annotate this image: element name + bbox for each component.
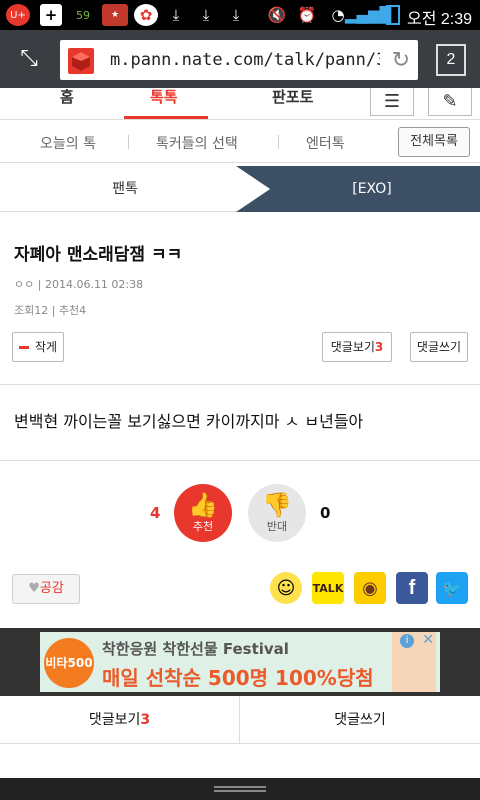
url-text[interactable]: m.pann.nate.com/talk/pann/322: [110, 50, 380, 70]
post-date: 2014.06.11 02:38: [44, 278, 144, 291]
bottom-comment-count: 3: [140, 712, 151, 728]
download-icon: ⤓: [232, 6, 240, 24]
post-body: 변백현 까이는꼴 보기싫으면 카이까지마 ㅅ ㅂ년들아: [14, 412, 364, 431]
write-button[interactable]: ✎: [428, 88, 472, 116]
tabs-button[interactable]: 2: [436, 44, 466, 76]
subnav-enter-talk[interactable]: 엔터톡: [306, 133, 345, 153]
ad-banner-area: 비타500 착한응원 착한선물 Festival 매일 선착순 500명 100…: [0, 628, 480, 696]
thumbs-down-icon: 👎: [262, 491, 292, 519]
signal-icon: ▂▄▆█: [344, 6, 392, 24]
post-title: 자폐아 맨소래담잼 ㅋㅋ: [14, 245, 183, 265]
download-icon: ⤓: [202, 6, 210, 24]
sub-nav: 오늘의 톡 톡커들의 선택 엔터톡 전체목록: [0, 121, 480, 163]
ad-line1: 착한응원 착한선물 Festival: [102, 640, 289, 658]
profile-icon: ☰: [383, 91, 401, 112]
pencil-icon: ✎: [442, 91, 458, 112]
exit-fullscreen-icon[interactable]: ⤡: [12, 42, 46, 76]
kakaotalk-icon[interactable]: TALK: [312, 572, 344, 604]
breadcrumb-fantalk[interactable]: 팬톡: [0, 166, 250, 212]
divider: [0, 460, 480, 461]
breadcrumb: 팬톡 [EXO]: [0, 166, 480, 212]
mute-icon: 🔇: [267, 6, 287, 24]
like-label: 공감: [39, 581, 64, 596]
divider: [278, 135, 279, 149]
bottom-view-comments-label: 댓글보기: [88, 712, 141, 728]
breadcrumb-exo[interactable]: [EXO]: [236, 166, 480, 212]
bottom-actions: 댓글보기3 댓글쓰기: [0, 696, 480, 744]
divider: [128, 135, 129, 149]
bottom-view-comments-button[interactable]: 댓글보기3: [0, 696, 239, 744]
game-icon: ★: [102, 4, 128, 26]
main-nav: 홈 톡톡 판포토 ☰ ✎: [0, 88, 480, 120]
upvote-button[interactable]: 👍 추천: [174, 484, 232, 542]
like-button[interactable]: ♥공감: [12, 574, 80, 604]
uplus-icon: U+: [6, 4, 30, 26]
thumbs-up-icon: 👍: [188, 491, 218, 519]
bottom-handle[interactable]: [0, 778, 480, 800]
download-icon: ⤓: [172, 6, 180, 24]
minus-icon: [18, 346, 29, 349]
active-tab-indicator: [124, 116, 208, 119]
upvote-label: 추천: [192, 520, 214, 533]
divider: |: [37, 278, 45, 291]
tab-toktok[interactable]: 톡톡: [150, 86, 178, 107]
heart-icon: ♥: [28, 581, 40, 596]
downvote-count: 0: [320, 504, 331, 522]
subnav-talkers-choice[interactable]: 톡커들의 선택: [156, 133, 238, 153]
clock: 오전 2:39: [406, 11, 472, 28]
ad-banner[interactable]: 비타500 착한응원 착한선물 Festival 매일 선착순 500명 100…: [40, 632, 440, 692]
post-author: ㅇㅇ: [14, 278, 35, 291]
kakaostory-icon[interactable]: ◉: [354, 572, 386, 604]
battery-icon: [386, 5, 400, 25]
nate-favicon-icon: [68, 48, 94, 74]
subnav-today-talk[interactable]: 오늘의 톡: [40, 133, 96, 153]
info-icon[interactable]: i: [400, 634, 414, 648]
view-comments-label: 댓글보기: [330, 340, 375, 354]
alarm-icon: ⏰: [297, 6, 317, 24]
comment-count: 3: [374, 340, 384, 354]
ad-line2: 매일 선착순 500명 100%당첨: [102, 666, 374, 690]
view-comments-button[interactable]: 댓글보기3: [322, 332, 392, 362]
all-list-button[interactable]: 전체목록: [398, 127, 470, 157]
address-bar[interactable]: m.pann.nate.com/talk/pann/322 ↻: [60, 40, 418, 80]
my-profile-button[interactable]: ☰: [370, 88, 414, 116]
plus-icon: +: [40, 4, 62, 26]
tab-home[interactable]: 홈: [60, 86, 74, 107]
font-size-label: 작게: [34, 340, 58, 354]
bottom-write-comment-button[interactable]: 댓글쓰기: [240, 696, 480, 744]
browser-toolbar: ⤡ m.pann.nate.com/talk/pann/322 ↻ 2: [0, 30, 480, 88]
facebook-icon[interactable]: f: [396, 572, 428, 604]
write-comment-button[interactable]: 댓글쓰기: [410, 332, 468, 362]
drag-handle-icon: [214, 786, 266, 792]
upvote-count: 4: [150, 504, 161, 522]
close-icon[interactable]: ✕: [422, 632, 434, 648]
status-bar: U+ + 59 ★ ✿ ⤓ ⤓ ⤓ 🔇 ⏰ ◔ ▂▄▆█ 오전 2:39: [0, 0, 480, 30]
post-stats: 조회12 | 추천4: [14, 304, 87, 317]
post-meta: ㅇㅇ | 2014.06.11 02:38: [14, 276, 143, 292]
vita500-logo: 비타500: [44, 638, 94, 688]
reload-icon[interactable]: ↻: [392, 48, 410, 73]
emoticon-icon[interactable]: ☺: [270, 572, 302, 604]
tab-pann-photo[interactable]: 판포토: [272, 86, 313, 107]
divider: [0, 384, 480, 385]
downvote-label: 반대: [266, 520, 288, 533]
downvote-button[interactable]: 👎 반대: [248, 484, 306, 542]
twitter-icon[interactable]: 🐦: [436, 572, 468, 604]
font-size-button[interactable]: 작게: [12, 332, 64, 362]
kitty-icon: ✿: [134, 4, 158, 26]
news-icon: 59: [76, 8, 90, 22]
